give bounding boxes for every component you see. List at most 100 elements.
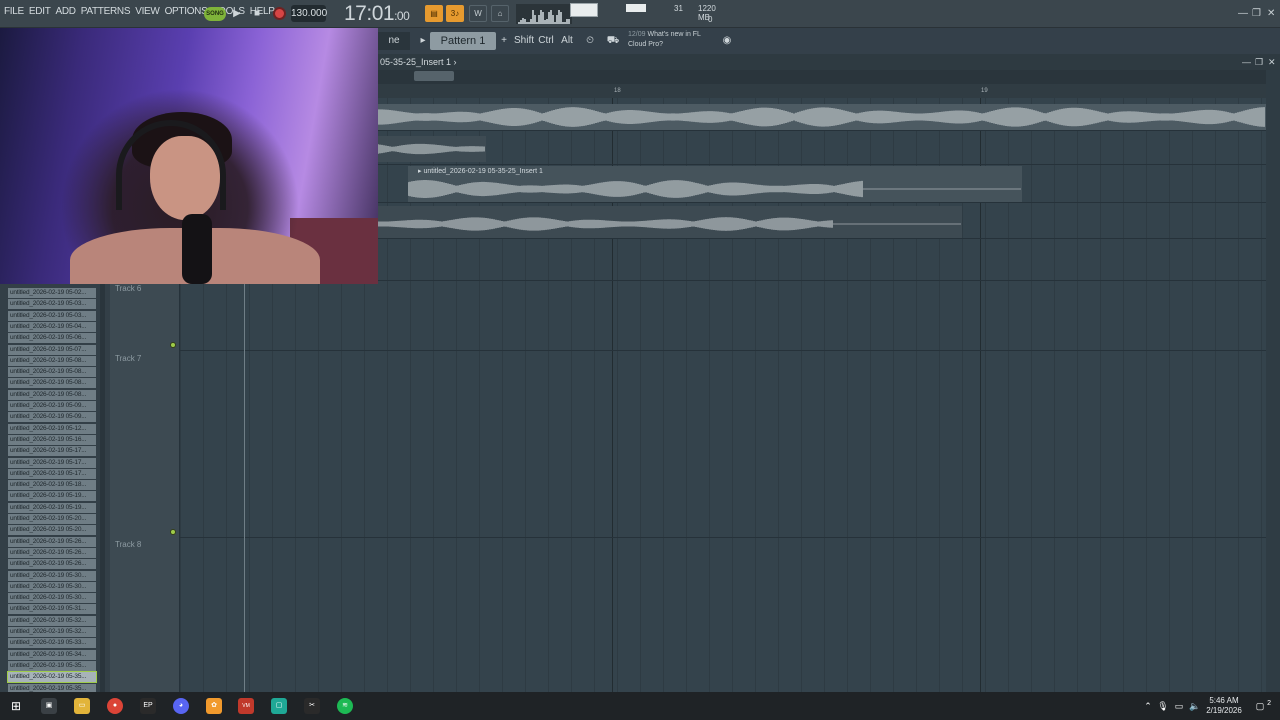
tempo-display[interactable]: 130.000 bbox=[291, 5, 327, 22]
chrome-icon[interactable]: ● bbox=[107, 698, 123, 714]
browser-item[interactable]: untitled_2026-02-19 05-08... bbox=[8, 389, 96, 400]
audio-clip[interactable]: ▸ untitled_2026-02-19 05-35-25_Insert 1 bbox=[408, 166, 1022, 202]
track-name[interactable]: Track 7 bbox=[115, 354, 141, 363]
browser-item[interactable]: untitled_2026-02-19 05-32... bbox=[8, 615, 96, 626]
time-display[interactable]: 17:01:00 bbox=[344, 2, 414, 26]
playlist-close-icon[interactable]: ✕ bbox=[1268, 57, 1276, 68]
playhead[interactable] bbox=[244, 284, 245, 692]
capcut-icon[interactable]: ✂ bbox=[304, 698, 320, 714]
audio-clip[interactable] bbox=[378, 104, 1266, 130]
menu-item-patterns[interactable]: PATTERNS bbox=[81, 6, 131, 17]
browser-item[interactable]: untitled_2026-02-19 05-06... bbox=[8, 333, 96, 344]
fl-studio-icon[interactable]: ✿ bbox=[206, 698, 222, 714]
menu-item-view[interactable]: VIEW bbox=[135, 6, 160, 17]
microphone-tray-icon[interactable]: 🎙 bbox=[1155, 698, 1171, 714]
maximize-icon[interactable]: ❐ bbox=[1252, 8, 1261, 19]
menu-item-options[interactable]: OPTIONS bbox=[165, 6, 208, 17]
browser-item[interactable]: untitled_2026-02-19 05-16... bbox=[8, 434, 96, 445]
pattern-add-icon[interactable]: + bbox=[499, 32, 509, 50]
playlist-scrollbar[interactable] bbox=[378, 70, 1266, 84]
spotify-icon[interactable]: ≋ bbox=[337, 698, 353, 714]
browser-item[interactable]: untitled_2026-02-19 05-08... bbox=[8, 378, 96, 389]
browser-item[interactable]: untitled_2026-02-19 05-17... bbox=[8, 468, 96, 479]
song-mode-toggle[interactable]: SONG bbox=[204, 7, 226, 21]
menu-item-edit[interactable]: EDIT bbox=[29, 6, 51, 17]
windows-start-icon[interactable]: ⊞ bbox=[8, 698, 24, 714]
browser-item[interactable]: untitled_2026-02-19 05-19... bbox=[8, 502, 96, 513]
browser-item[interactable]: untitled_2026-02-19 05-12... bbox=[8, 423, 96, 434]
news-panel[interactable]: 12/09 What's new in FL Cloud Pro? bbox=[628, 30, 701, 50]
browser-item[interactable]: untitled_2026-02-19 05-26... bbox=[8, 547, 96, 558]
audio-clip[interactable] bbox=[378, 136, 486, 162]
task-view-icon[interactable]: ▣ bbox=[41, 698, 57, 714]
track-name[interactable]: Track 6 bbox=[115, 284, 141, 293]
browser-item[interactable]: untitled_2026-02-19 05-09... bbox=[8, 412, 96, 423]
browser-item[interactable]: untitled_2026-02-19 05-30... bbox=[8, 581, 96, 592]
track-mute-led[interactable] bbox=[170, 342, 176, 348]
browser-item[interactable]: untitled_2026-02-19 05-35... bbox=[8, 660, 96, 671]
metronome-icon[interactable]: ⌂ bbox=[491, 5, 509, 22]
pattern-mode-icon[interactable]: ▤ bbox=[425, 5, 443, 22]
timer-icon[interactable]: ⏲ bbox=[581, 32, 599, 50]
browser-item[interactable]: untitled_2026-02-19 05-20... bbox=[8, 525, 96, 536]
play-icon[interactable]: ▶ bbox=[229, 6, 245, 22]
browser-item[interactable]: untitled_2026-02-19 05-08... bbox=[8, 355, 96, 366]
volume-icon[interactable]: 🔈 bbox=[1187, 698, 1203, 714]
browser-item[interactable]: untitled_2026-02-19 05-19... bbox=[8, 491, 96, 502]
ctrl-button[interactable]: Ctrl bbox=[537, 32, 555, 50]
cart-icon[interactable]: ⛟ bbox=[606, 32, 620, 50]
audio-clip[interactable] bbox=[378, 206, 962, 238]
browser-item[interactable]: untitled_2026-02-19 05-30... bbox=[8, 570, 96, 581]
browser-item[interactable]: untitled_2026-02-19 05-07... bbox=[8, 344, 96, 355]
app-icon[interactable]: ▢ bbox=[271, 698, 287, 714]
browser-item[interactable]: untitled_2026-02-19 05-30... bbox=[8, 593, 96, 604]
browser-item[interactable]: untitled_2026-02-19 05-02... bbox=[8, 288, 96, 298]
browser-item[interactable]: untitled_2026-02-19 05-04... bbox=[8, 321, 96, 332]
timeline-ruler[interactable]: 18 19 bbox=[378, 84, 1266, 98]
browser-item[interactable]: untitled_2026-02-19 05-03... bbox=[8, 299, 96, 310]
browser-item[interactable]: untitled_2026-02-19 05-34... bbox=[8, 649, 96, 660]
menu-item-add[interactable]: ADD bbox=[56, 6, 77, 17]
browser-scrollbar[interactable] bbox=[100, 284, 105, 692]
minimize-icon[interactable]: — bbox=[1238, 8, 1248, 19]
shift-button[interactable]: Shift bbox=[514, 32, 534, 50]
browser-item[interactable]: untitled_2026-02-19 05-08... bbox=[8, 367, 96, 378]
network-icon[interactable]: ▭ bbox=[1171, 698, 1187, 714]
waveform-path bbox=[378, 143, 485, 155]
record-icon[interactable] bbox=[273, 7, 286, 20]
browser-item[interactable]: untitled_2026-02-19 05-35... bbox=[7, 671, 97, 684]
wait-icon[interactable]: W bbox=[469, 5, 487, 22]
browser-item[interactable]: untitled_2026-02-19 05-03... bbox=[8, 310, 96, 321]
browser-item[interactable]: untitled_2026-02-19 05-31... bbox=[8, 604, 96, 615]
globe-icon[interactable]: ◉ bbox=[720, 32, 734, 50]
snap-selector[interactable]: ne bbox=[378, 32, 410, 50]
step-edit-icon[interactable]: 3♪ bbox=[446, 5, 464, 22]
close-icon[interactable]: ✕ bbox=[1267, 8, 1275, 19]
browser-item[interactable]: untitled_2026-02-19 05-18... bbox=[8, 480, 96, 491]
epic-games-icon[interactable]: EP bbox=[140, 698, 156, 714]
track-name[interactable]: Track 8 bbox=[115, 540, 141, 549]
playlist-minimize-icon[interactable]: — bbox=[1242, 57, 1251, 67]
pattern-prev-icon[interactable]: ▸ bbox=[418, 32, 428, 50]
browser-item[interactable]: untitled_2026-02-19 05-32... bbox=[8, 627, 96, 637]
browser-item[interactable]: untitled_2026-02-19 05-17... bbox=[8, 457, 96, 468]
file-explorer-icon[interactable]: ▭ bbox=[74, 698, 90, 714]
menu-item-file[interactable]: FILE bbox=[4, 6, 24, 17]
playlist-scroll-thumb[interactable] bbox=[414, 71, 454, 81]
pattern-selector[interactable]: Pattern 1 bbox=[430, 32, 496, 50]
browser-item[interactable]: untitled_2026-02-19 05-17... bbox=[8, 446, 96, 457]
discord-icon[interactable]: ◕ bbox=[173, 698, 189, 714]
browser-item[interactable]: untitled_2026-02-19 05-09... bbox=[8, 401, 96, 411]
browser-item[interactable]: untitled_2026-02-19 05-33... bbox=[8, 638, 96, 649]
voicemeeter-icon[interactable]: VM bbox=[238, 698, 254, 714]
stop-icon[interactable]: ■ bbox=[249, 6, 265, 22]
track-mute-led[interactable] bbox=[170, 529, 176, 535]
playlist-maximize-icon[interactable]: ❐ bbox=[1255, 57, 1263, 68]
browser-item[interactable]: untitled_2026-02-19 05-26... bbox=[8, 536, 96, 547]
notifications-icon[interactable]: ▢ 2 bbox=[1252, 698, 1271, 714]
tray-chevron-icon[interactable]: ⌃ bbox=[1140, 698, 1156, 714]
browser-item[interactable]: untitled_2026-02-19 05-26... bbox=[8, 559, 96, 570]
alt-button[interactable]: Alt bbox=[560, 32, 574, 50]
clock[interactable]: 5:46 AM 2/19/2026 bbox=[1204, 696, 1244, 716]
browser-item[interactable]: untitled_2026-02-19 05-20... bbox=[8, 514, 96, 524]
